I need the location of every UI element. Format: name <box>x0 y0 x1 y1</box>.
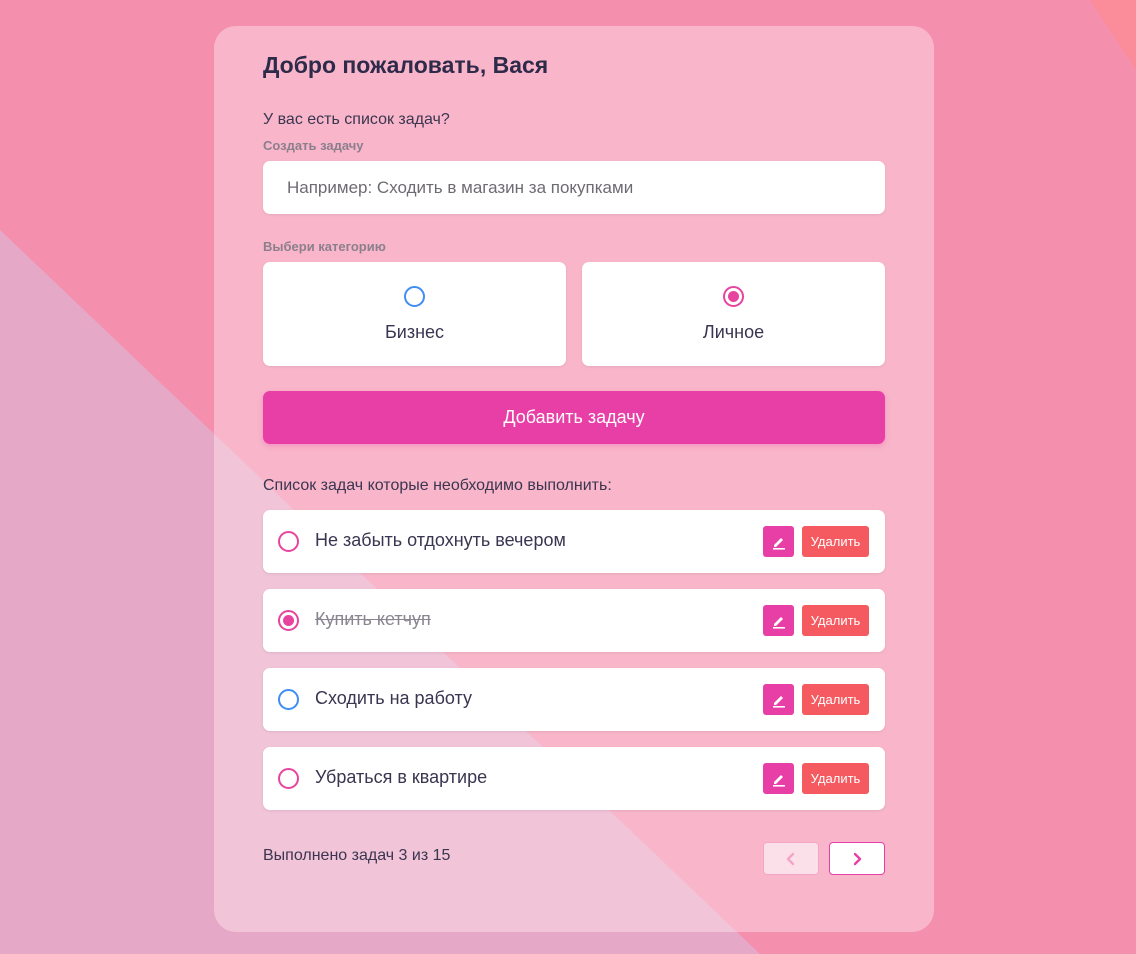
task-item: Купить кетчуп Удалить <box>263 589 885 652</box>
category-personal-label: Личное <box>702 322 765 342</box>
question-text: У вас есть список задач? <box>263 111 450 128</box>
task-complete-radio[interactable] <box>278 610 299 631</box>
task-item: Убраться в квартире Удалить <box>263 747 885 810</box>
task-item: Сходить на работу Удалить <box>263 668 885 731</box>
prev-page-button[interactable] <box>763 842 819 875</box>
category-personal-option[interactable]: Личное <box>582 262 885 366</box>
page-title: Добро пожаловать, Вася <box>263 52 549 78</box>
next-page-button[interactable] <box>829 842 885 875</box>
task-text: Убраться в квартире <box>315 767 488 787</box>
edit-task-button[interactable] <box>763 526 794 557</box>
chevron-right-icon <box>853 852 862 865</box>
category-business-label: Бизнес <box>384 322 445 342</box>
completed-summary: Выполнено задач 3 из 15 <box>263 847 451 864</box>
pencil-icon <box>772 616 785 629</box>
pencil-icon <box>772 695 785 708</box>
create-task-label: Создать задачу <box>263 138 364 153</box>
task-text: Купить кетчуп <box>315 609 431 629</box>
category-personal-radio[interactable] <box>723 286 744 307</box>
category-business-radio[interactable] <box>404 286 425 307</box>
delete-task-button[interactable]: Удалить <box>802 763 869 794</box>
category-label: Выбери категорию <box>263 239 386 254</box>
delete-task-button[interactable]: Удалить <box>802 684 869 715</box>
delete-task-button[interactable]: Удалить <box>802 526 869 557</box>
edit-task-button[interactable] <box>763 763 794 794</box>
radio-selected-dot <box>728 291 739 302</box>
pencil-icon <box>772 774 785 787</box>
task-text: Не забыть отдохнуть вечером <box>315 530 566 550</box>
task-complete-radio[interactable] <box>278 689 299 710</box>
pencil-icon <box>772 537 785 550</box>
task-complete-radio[interactable] <box>278 768 299 789</box>
edit-task-button[interactable] <box>763 605 794 636</box>
edit-task-button[interactable] <box>763 684 794 715</box>
chevron-left-icon <box>786 852 795 865</box>
task-complete-radio[interactable] <box>278 531 299 552</box>
task-text: Сходить на работу <box>315 688 472 708</box>
add-task-button[interactable]: Добавить задачу <box>263 391 885 444</box>
task-input[interactable] <box>263 161 885 214</box>
todo-card: Добро пожаловать, Вася У вас есть список… <box>214 26 934 932</box>
category-business-option[interactable]: Бизнес <box>263 262 566 366</box>
task-item: Не забыть отдохнуть вечером Удалить <box>263 510 885 573</box>
task-list-title: Список задач которые необходимо выполнит… <box>263 477 612 494</box>
radio-selected-dot <box>283 615 294 626</box>
delete-task-button[interactable]: Удалить <box>802 605 869 636</box>
